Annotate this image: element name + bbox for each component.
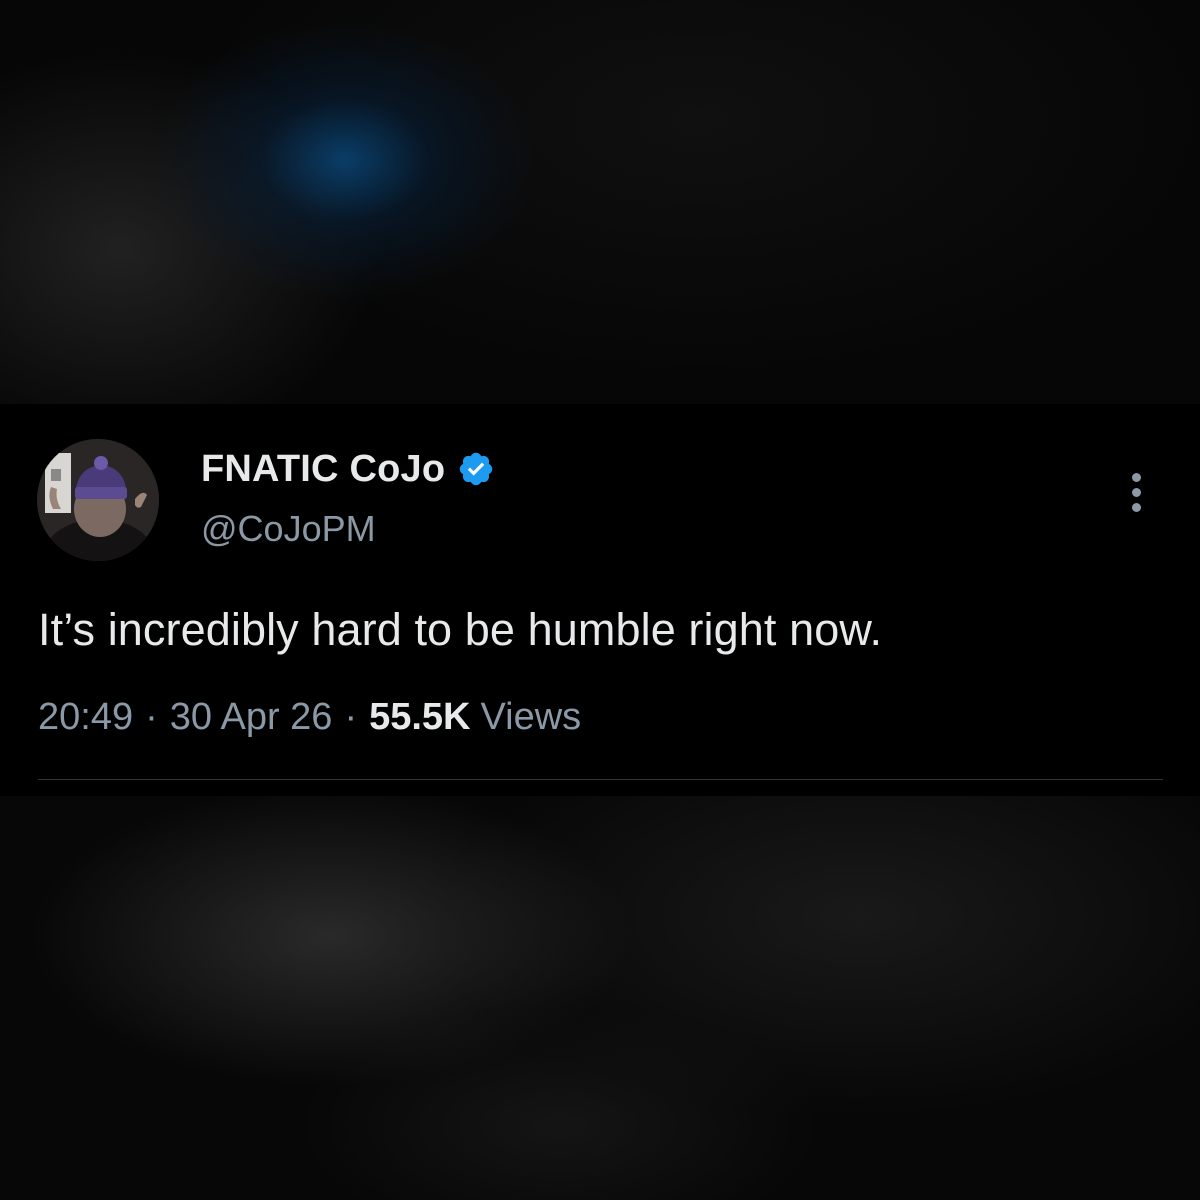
meta-separator: · [145, 696, 158, 738]
author-handle[interactable]: @CoJoPM [201, 508, 376, 550]
tweet-card[interactable]: FNATIC CoJo @CoJoPM It’s incredibly hard… [0, 404, 1200, 796]
divider [38, 779, 1163, 780]
tweet-time[interactable]: 20:49 [38, 696, 133, 739]
more-options-icon [1131, 472, 1141, 482]
avatar[interactable] [37, 439, 159, 561]
verified-badge-icon [457, 450, 495, 488]
views-label[interactable]: Views [481, 696, 582, 739]
blurred-background-top [0, 0, 1200, 404]
blurred-background-bottom [0, 796, 1200, 1200]
author-display-name[interactable]: FNATIC CoJo [201, 448, 445, 491]
tweet-date[interactable]: 30 Apr 26 [170, 696, 333, 739]
avatar-photo [37, 439, 159, 561]
screenshot-canvas: FNATIC CoJo @CoJoPM It’s incredibly hard… [0, 0, 1200, 1200]
more-options-button[interactable] [1118, 470, 1154, 514]
meta-separator: · [344, 696, 358, 738]
views-count[interactable]: 55.5K [369, 696, 470, 739]
author-name-row[interactable]: FNATIC CoJo [201, 448, 495, 490]
tweet-metadata: 20:49 · 30 Apr 26 · 55.5K Views [38, 696, 581, 739]
tweet-text: It’s incredibly hard to be humble right … [38, 604, 883, 655]
